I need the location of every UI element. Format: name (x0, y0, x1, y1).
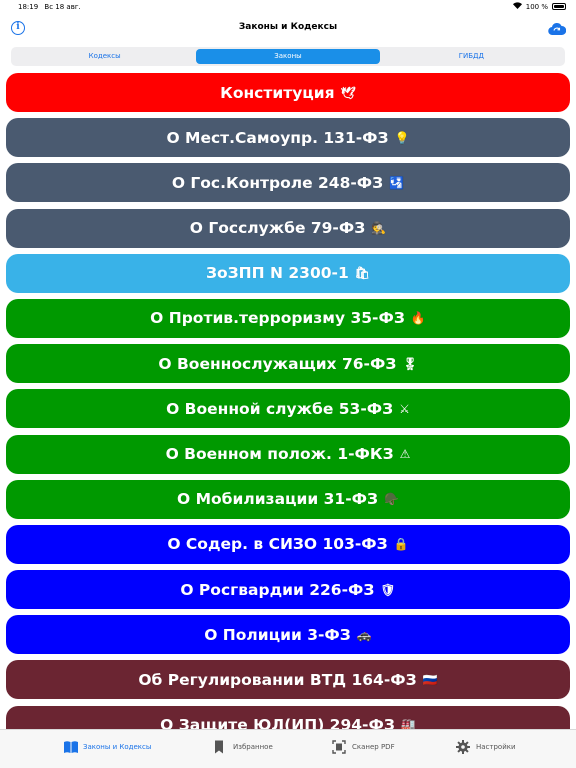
wifi-icon (512, 2, 522, 11)
law-button[interactable]: О Росгвардии 226-ФЗ 🛡 (6, 570, 570, 610)
medal-icon: 🎖 (402, 356, 418, 371)
segment-gibdd[interactable]: ГИБДД (380, 49, 563, 64)
law-button[interactable]: Конституция 🕊 (6, 73, 570, 112)
law-button[interactable]: О Военной службе 53-ФЗ ⚔ (6, 389, 570, 429)
tab-laws-codes[interactable]: Законы и Кодексы (63, 740, 151, 754)
bookmark-icon (213, 740, 227, 754)
law-button[interactable]: О Мест.Самоупр. 131-ФЗ 💡 (6, 118, 570, 158)
law-button[interactable]: О Госслужбе 79-ФЗ 🕵 (6, 208, 570, 248)
law-button-label: О Военном полож. 1-ФКЗ (165, 445, 394, 463)
status-time-date: 18:19 Вс 18 авг. (18, 3, 81, 11)
fire-icon: 🔥 (410, 311, 426, 326)
scanner-icon (332, 740, 346, 754)
law-button-label: ЗоЗПП N 2300-1 (206, 264, 349, 283)
law-button-label: О Военнослужащих 76-ФЗ (158, 354, 397, 373)
segment-codes[interactable]: Кодексы (13, 49, 196, 64)
lightbulb-icon: 💡 (394, 130, 410, 145)
nav-bar: i Законы и Кодексы (0, 14, 576, 44)
law-button-label: О Росгвардии 226-ФЗ (180, 580, 375, 599)
segmented-control: Кодексы Законы ГИБДД (11, 47, 565, 66)
law-button-label: О Мобилизации 31-ФЗ (177, 490, 379, 509)
tab-pdf-scanner[interactable]: Сканер PDF (332, 740, 395, 754)
battery-percent: 100 % (525, 2, 548, 11)
law-button-label: О Против.терроризму 35-ФЗ (150, 309, 405, 328)
page-title: Законы и Кодексы (238, 22, 338, 32)
law-button[interactable]: О Содер. в СИЗО 103-ФЗ 🔒 (6, 524, 570, 564)
law-button[interactable]: ЗоЗПП N 2300-1 🛍 (6, 253, 570, 293)
helmet-icon: 🪖 (384, 492, 399, 507)
law-button-label: О Госслужбе 79-ФЗ (189, 219, 366, 238)
lock-icon: 🔒 (393, 537, 409, 552)
tab-pdf-scanner-label: Сканер PDF (352, 743, 395, 751)
dove-icon: 🕊 (340, 85, 356, 100)
gear-icon (456, 740, 470, 754)
cloud-sync-icon[interactable] (548, 21, 567, 36)
law-button[interactable]: О Полиции 3-ФЗ 🚓 (6, 615, 570, 655)
law-button[interactable]: О Против.терроризму 35-ФЗ 🔥 (6, 298, 570, 338)
status-date: Вс 18 авг. (44, 3, 81, 11)
segment-laws[interactable]: Законы (196, 49, 380, 64)
book-icon (63, 740, 78, 754)
shield-icon: 🛡 (380, 582, 396, 597)
status-right: 100 % (512, 2, 566, 11)
shopping-bags-icon: 🛍 (354, 266, 370, 281)
law-button-label: Об Регулировании ВТД 164-ФЗ (138, 670, 417, 689)
laws-list: Конституция 🕊 О Мест.Самоупр. 131-ФЗ 💡 О Гос… (6, 73, 570, 751)
law-button-label: О Полиции 3-ФЗ (204, 625, 351, 644)
tab-settings-label: Настройки (476, 743, 516, 751)
passport-control-icon: 🛂 (389, 175, 405, 190)
law-button[interactable]: О Военнослужащих 76-ФЗ 🎖 (6, 344, 570, 384)
tab-laws-codes-label: Законы и Кодексы (83, 743, 152, 751)
tab-favorites[interactable]: Избранное (213, 740, 273, 754)
detective-icon: 🕵 (371, 221, 387, 236)
law-button-label: О Гос.Контроле 248-ФЗ (171, 173, 384, 192)
law-button-label: О Содер. в СИЗО 103-ФЗ (167, 535, 388, 554)
russia-flag-icon: 🇷🇺 (422, 672, 438, 687)
law-button-label: О Военной службе 53-ФЗ (166, 399, 394, 418)
warning-icon: ⚠ (399, 447, 411, 461)
law-button[interactable]: О Военном полож. 1-ФКЗ ⚠ (6, 434, 570, 474)
tab-favorites-label: Избранное (233, 743, 273, 751)
battery-icon (552, 3, 566, 10)
tab-bar: Законы и Кодексы Избранное Сканер PDF На… (0, 729, 576, 768)
status-time: 18:19 (18, 3, 39, 11)
law-button[interactable]: О Гос.Контроле 248-ФЗ 🛂 (6, 163, 570, 203)
crossed-swords-icon: ⚔ (399, 401, 410, 416)
law-button-label: Конституция (220, 83, 335, 102)
police-car-icon: 🚓 (356, 627, 372, 642)
law-button[interactable]: О Мобилизации 31-ФЗ 🪖 (6, 479, 570, 519)
status-bar: 18:19 Вс 18 авг. 100 % (0, 0, 576, 14)
law-button[interactable]: Об Регулировании ВТД 164-ФЗ 🇷🇺 (6, 660, 570, 700)
law-button-label: О Мест.Самоупр. 131-ФЗ (166, 128, 389, 147)
tab-settings[interactable]: Настройки (456, 740, 516, 754)
